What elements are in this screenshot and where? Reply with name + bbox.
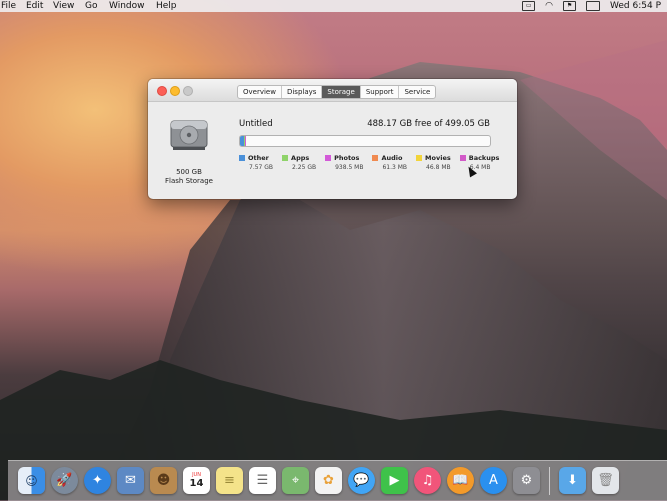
wifi-icon[interactable]: ◠ [545,0,553,12]
legend-label: Photos [334,154,360,162]
map-icon[interactable]: ⌖ [282,467,309,494]
legend-size: 2.25 GB [292,164,317,171]
finder-icon[interactable]: ☺ [18,467,45,494]
calendar-day: 14 [189,478,204,489]
menu-bar: File Edit View Go Window Help ▭ ◠ ⚑ Wed … [0,0,667,12]
tab-service[interactable]: Service [399,86,435,98]
legend-audio: Audio 61.3 MB [372,154,407,173]
legend-size: 7.57 GB [249,164,274,171]
folder-icon[interactable]: ⬇ [559,467,586,494]
video-camera-icon[interactable]: ▶ [381,467,408,494]
legend-size: 46.8 MB [426,164,451,171]
menu-go[interactable]: Go [85,0,97,12]
clock[interactable]: Wed 6:54 P [610,0,661,12]
music-note-icon[interactable]: ♫ [414,467,441,494]
notepad-icon[interactable]: ≡ [216,467,243,494]
close-button[interactable] [157,86,167,96]
volume-free-space: 488.17 GB free of 499.05 GB [367,119,490,129]
legend-size: 61.3 MB [382,164,408,171]
legend-label: Audio [381,154,403,162]
zoom-button[interactable] [183,86,193,96]
tab-support[interactable]: Support [361,86,400,98]
menu-window[interactable]: Window [109,0,145,12]
desktop [0,0,667,500]
apps-swatch [282,155,289,161]
airplay-icon[interactable]: ▭ [522,1,536,11]
gear-icon[interactable]: ⚙ [513,467,540,494]
menu-file[interactable]: File [1,0,16,12]
legend-photos: Photos 938.5 MB [325,154,363,173]
tab-storage[interactable]: Storage [322,86,361,98]
menu-edit[interactable]: Edit [26,0,43,12]
dock-items: ☺ 🚀 ✦ ✉ ☻ JUN 14 ≡ ☰ ⌖ ✿ 💬 ▶ ♫ 📖 A ⚙ ⬇ 🗑 [18,467,619,495]
compass-icon[interactable]: ✦ [84,467,111,494]
contacts-book-icon[interactable]: ☻ [150,467,177,494]
calendar-icon[interactable]: JUN 14 [183,467,210,494]
legend-label: Movies [425,154,451,162]
about-this-mac-window: Overview Displays Storage Support Servic… [148,79,517,199]
photos-swatch [325,155,332,161]
legend-other: Other 7.57 GB [239,154,273,173]
tab-displays[interactable]: Displays [282,86,323,98]
movies-swatch [416,155,423,161]
legend-label: Backups [468,154,500,162]
audio-swatch [372,155,379,161]
volume-name: Untitled [239,119,273,129]
disk-caption: 500 GB Flash Storage [158,168,220,186]
tab-bar: Overview Displays Storage Support Servic… [237,85,437,99]
bar-segment-photos [245,136,246,146]
legend-apps: Apps 2.25 GB [282,154,316,173]
storage-usage-bar [239,135,491,147]
speech-bubble-icon[interactable]: 💬 [348,467,375,494]
flag-icon[interactable]: ⚑ [563,1,577,11]
tab-overview[interactable]: Overview [238,86,282,98]
rocket-icon[interactable]: 🚀 [51,467,78,494]
flower-icon[interactable]: ✿ [315,467,342,494]
legend-movies: Movies 46.8 MB [416,154,451,173]
battery-icon[interactable] [586,1,601,11]
backups-swatch [459,155,466,161]
wallpaper-mountain [0,40,667,500]
hard-drive-icon [170,120,208,150]
trash-icon[interactable]: 🗑 [592,467,619,494]
menu-view[interactable]: View [53,0,74,12]
legend-label: Apps [291,154,310,162]
legend-size: 938.5 MB [335,164,364,171]
other-swatch [239,155,245,161]
disk-type: Flash Storage [165,177,213,185]
menu-help[interactable]: Help [156,0,177,12]
book-icon[interactable]: 📖 [447,467,474,494]
legend-label: Other [248,154,269,162]
stamp-icon[interactable]: ✉ [117,467,144,494]
checklist-icon[interactable]: ☰ [249,467,276,494]
minimize-button[interactable] [170,86,180,96]
menu-extras: ▭ ◠ ⚑ Wed 6:54 P [522,0,661,12]
disk-size: 500 GB [176,168,202,176]
dock: ☺ 🚀 ✦ ✉ ☻ JUN 14 ≡ ☰ ⌖ ✿ 💬 ▶ ♫ 📖 A ⚙ ⬇ 🗑 [8,460,667,501]
dock-separator [549,467,550,495]
window-titlebar[interactable]: Overview Displays Storage Support Servic… [148,79,517,102]
app-store-icon[interactable]: A [480,467,507,494]
